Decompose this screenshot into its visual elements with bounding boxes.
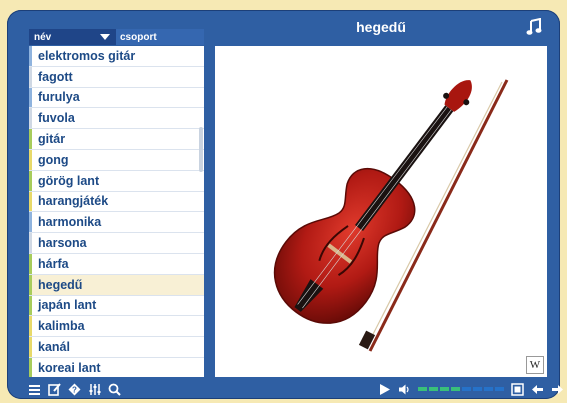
list-item-label: furulya xyxy=(38,90,80,105)
category-color-marker xyxy=(29,316,32,337)
category-color-marker xyxy=(29,46,32,66)
category-color-marker xyxy=(29,170,32,191)
violin-image xyxy=(273,79,509,352)
filter-icon[interactable] xyxy=(88,383,101,396)
list-icon[interactable] xyxy=(28,383,41,396)
list-item-label: hegedű xyxy=(38,277,83,292)
category-color-marker xyxy=(29,108,32,129)
encyclopedia-logo: W xyxy=(526,356,544,374)
category-color-marker xyxy=(29,66,32,87)
play-icon[interactable] xyxy=(378,383,391,396)
list-item[interactable]: görög lant xyxy=(29,170,204,192)
sort-dropdown[interactable]: név xyxy=(29,29,116,45)
volume-level-segment[interactable] xyxy=(429,387,438,391)
list-item[interactable]: fagott xyxy=(29,66,204,88)
list-item[interactable]: elektromos gitár xyxy=(29,46,204,67)
edit-icon[interactable] xyxy=(48,382,61,396)
category-color-marker xyxy=(29,253,32,274)
list-item[interactable]: harsona xyxy=(29,233,204,254)
category-color-marker xyxy=(29,295,32,316)
search-icon[interactable] xyxy=(108,383,121,396)
list-item-label: elektromos gitár xyxy=(38,48,136,63)
category-color-marker xyxy=(29,149,32,170)
list-item-label: kalimba xyxy=(38,319,85,334)
category-color-marker xyxy=(29,233,32,253)
list-item-label: harmonika xyxy=(38,215,102,230)
list-item[interactable]: japán lant xyxy=(29,295,204,317)
page-title: hegedű xyxy=(356,19,406,35)
volume-level-segment[interactable] xyxy=(440,387,449,391)
list-item-label: gong xyxy=(38,152,69,167)
volume-level-segment[interactable] xyxy=(473,387,482,391)
list-item[interactable]: harangjáték xyxy=(29,191,204,213)
list-item-label: harangjáték xyxy=(38,194,109,209)
list-item-label: japán lant xyxy=(38,298,97,313)
list-item[interactable]: koreai lant xyxy=(29,357,204,377)
list-item[interactable]: furulya xyxy=(29,87,204,109)
list-item-label: harsona xyxy=(38,236,87,251)
list-item[interactable]: kalimba xyxy=(29,316,204,338)
group-tab[interactable]: csoport xyxy=(116,29,204,45)
list-item-label: fuvola xyxy=(38,111,75,126)
sort-label: név xyxy=(34,31,52,43)
bottom-toolbar-left: ? xyxy=(28,380,121,398)
list-item-label: gitár xyxy=(38,132,66,147)
category-color-marker xyxy=(29,129,32,149)
speaker-icon[interactable] xyxy=(398,383,411,396)
volume-level-segment[interactable] xyxy=(462,387,471,391)
instrument-list: elektromos gitár fagott furulya fuvola gitár… xyxy=(29,46,204,377)
bottom-toolbar-right xyxy=(378,382,564,396)
category-color-marker xyxy=(29,191,32,212)
list-item[interactable]: harmonika xyxy=(29,212,204,234)
category-color-marker xyxy=(29,274,32,295)
list-item-label: fagott xyxy=(38,69,73,84)
list-scrollbar[interactable] xyxy=(199,127,203,172)
list-header: név csoport xyxy=(29,29,204,45)
list-item[interactable]: gong xyxy=(29,149,204,171)
category-color-marker xyxy=(29,87,32,108)
category-color-marker xyxy=(29,357,32,377)
svg-text:?: ? xyxy=(72,385,77,394)
list-item-label: görög lant xyxy=(38,173,100,188)
volume-slider[interactable] xyxy=(418,387,504,391)
category-color-marker xyxy=(29,212,32,233)
volume-level-segment[interactable] xyxy=(451,387,460,391)
list-item-label: koreai lant xyxy=(38,360,101,375)
fullscreen-icon[interactable] xyxy=(511,382,524,396)
next-arrow-icon[interactable] xyxy=(551,383,564,396)
image-viewer xyxy=(215,46,547,377)
music-note-icon[interactable] xyxy=(525,18,543,36)
instrument-list-panel: név csoport elektromos gitár fagott furuly… xyxy=(29,29,204,377)
list-item[interactable]: kanál xyxy=(29,337,204,358)
volume-level-segment[interactable] xyxy=(418,387,427,391)
list-item-label: kanál xyxy=(38,340,70,355)
category-color-marker xyxy=(29,337,32,357)
list-item[interactable]: gitár xyxy=(29,129,204,150)
list-item[interactable]: fuvola xyxy=(29,108,204,130)
chevron-down-icon xyxy=(100,34,110,40)
list-item[interactable]: hegedű xyxy=(29,274,204,296)
list-item-label: hárfa xyxy=(38,256,69,271)
volume-level-segment[interactable] xyxy=(495,387,504,391)
list-item[interactable]: hárfa xyxy=(29,253,204,275)
volume-level-segment[interactable] xyxy=(484,387,493,391)
help-icon[interactable]: ? xyxy=(68,383,81,396)
prev-arrow-icon[interactable] xyxy=(531,383,544,396)
